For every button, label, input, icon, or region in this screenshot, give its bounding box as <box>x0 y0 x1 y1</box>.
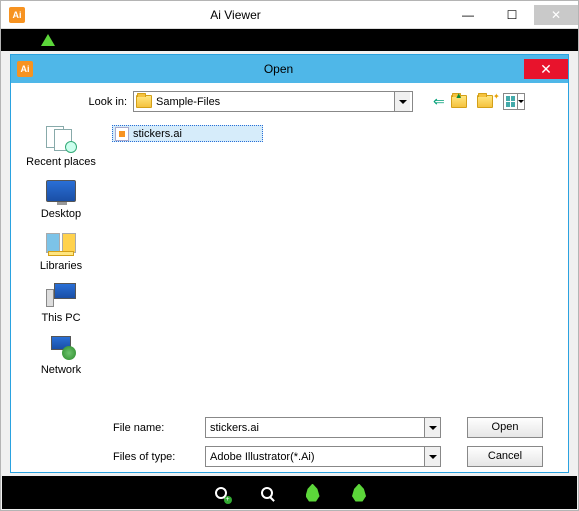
place-libraries[interactable]: Libraries <box>22 228 100 272</box>
dialog-close-button[interactable]: ✕ <box>524 59 568 79</box>
zoom-out-icon[interactable] <box>258 484 276 502</box>
place-label: Libraries <box>40 260 82 272</box>
lookin-label: Look in: <box>81 96 127 108</box>
ai-file-icon <box>115 127 129 141</box>
file-name: stickers.ai <box>133 128 182 140</box>
chevron-down-icon[interactable] <box>424 447 440 466</box>
filetype-label: Files of type: <box>113 451 201 463</box>
place-thispc[interactable]: This PC <box>22 280 100 324</box>
maximize-button[interactable]: ☐ <box>490 5 534 25</box>
place-desktop[interactable]: Desktop <box>22 176 100 220</box>
folder-icon <box>136 95 152 108</box>
close-button[interactable]: ✕ <box>534 5 578 25</box>
view-menu-icon[interactable] <box>503 93 525 110</box>
open-dialog: Ai Open ✕ Look in: Sample-Files ⇐ ▲ ✦ <box>10 54 569 473</box>
toolbar-decoration-icon <box>41 34 55 46</box>
back-icon[interactable]: ⇐ <box>433 93 445 110</box>
cancel-button[interactable]: Cancel <box>467 446 543 467</box>
dialog-titlebar: Ai Open ✕ <box>11 55 568 83</box>
parent-titlebar: Ai Ai Viewer — ☐ ✕ <box>1 1 578 29</box>
file-list-pane[interactable]: stickers.ai <box>107 120 558 405</box>
place-label: This PC <box>41 312 80 324</box>
place-label: Recent places <box>26 156 96 168</box>
chevron-down-icon[interactable] <box>424 418 440 437</box>
zoom-in-icon[interactable]: + <box>212 484 230 502</box>
parent-toolbar <box>1 29 578 51</box>
file-item[interactable]: stickers.ai <box>112 125 263 142</box>
places-sidebar: Recent places Desktop Libraries This PC … <box>21 120 101 405</box>
minimize-button[interactable]: — <box>446 5 490 25</box>
filetype-combo[interactable]: Adobe Illustrator(*.Ai) <box>205 446 441 467</box>
place-recent[interactable]: Recent places <box>22 124 100 168</box>
filetype-value: Adobe Illustrator(*.Ai) <box>210 451 315 463</box>
filename-input[interactable]: stickers.ai <box>205 417 441 438</box>
filename-value: stickers.ai <box>210 422 259 434</box>
place-label: Desktop <box>41 208 81 220</box>
dialog-title: Open <box>33 62 524 76</box>
up-one-level-icon[interactable]: ▲ <box>451 95 471 108</box>
open-button[interactable]: Open <box>467 417 543 438</box>
new-folder-icon[interactable]: ✦ <box>477 95 497 108</box>
parent-title: Ai Viewer <box>25 8 446 22</box>
filename-label: File name: <box>113 422 201 434</box>
place-label: Network <box>41 364 81 376</box>
lookin-value: Sample-Files <box>156 96 220 108</box>
parent-statusbar: + <box>2 476 577 509</box>
window-controls: — ☐ ✕ <box>446 5 578 25</box>
chevron-down-icon[interactable] <box>394 92 410 111</box>
rotate-left-icon[interactable] <box>304 484 322 502</box>
app-icon: Ai <box>9 7 25 23</box>
dialog-icon: Ai <box>17 61 33 77</box>
place-network[interactable]: Network <box>22 332 100 376</box>
rotate-right-icon[interactable] <box>350 484 368 502</box>
lookin-combo[interactable]: Sample-Files <box>133 91 413 112</box>
